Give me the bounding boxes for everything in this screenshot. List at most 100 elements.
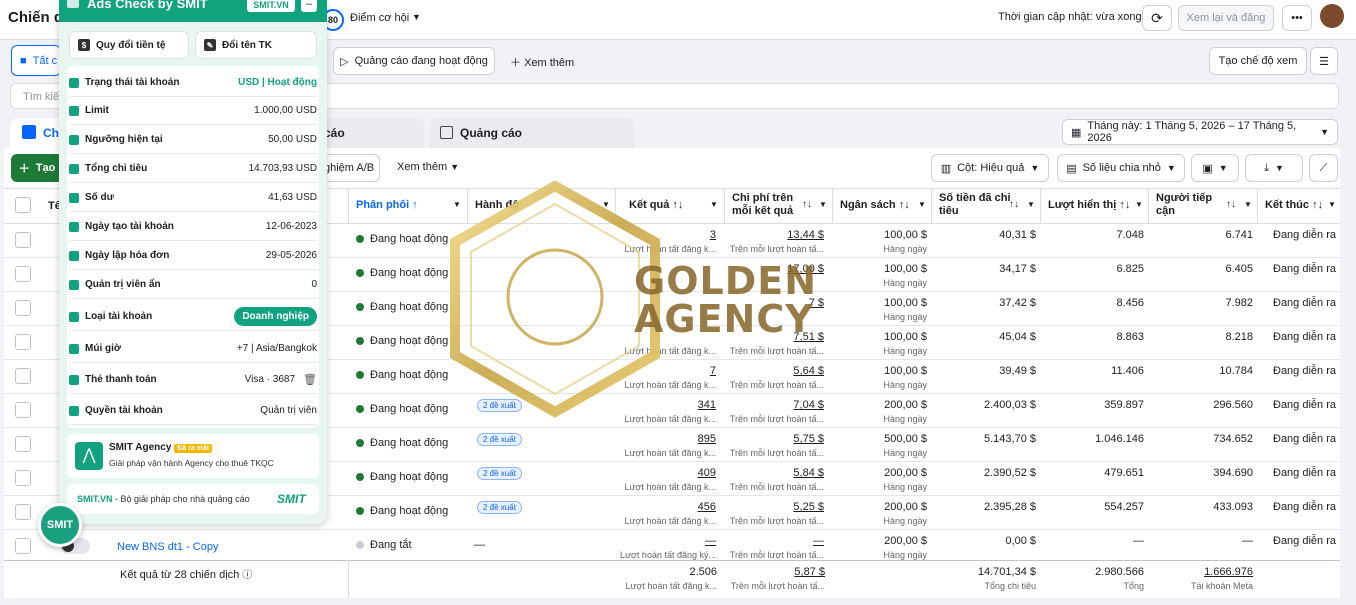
results-value[interactable]: 456 (620, 501, 716, 513)
smit-floating-button[interactable]: SMIT (38, 503, 82, 547)
results-value[interactable]: 895 (620, 433, 716, 445)
row-checkbox[interactable] (15, 504, 31, 520)
budget-value[interactable]: 200,00 $ (836, 501, 927, 513)
chevron-down-icon[interactable]: ▼ (412, 12, 421, 22)
review-publish-button[interactable]: Xem lại và đăng (1178, 5, 1274, 31)
results-value[interactable]: — (620, 535, 716, 547)
col-amount-spent[interactable]: Số tiền đã chi tiêu (939, 192, 1011, 218)
see-more-filters[interactable]: ＋ Xem thêm (510, 54, 574, 70)
row-checkbox[interactable] (15, 232, 31, 248)
row-checkbox[interactable] (15, 436, 31, 452)
budget-value[interactable]: 100,00 $ (836, 331, 927, 343)
budget-value[interactable]: 100,00 $ (836, 365, 927, 377)
totals-cpr-sub: Trên mỗi lượt hoàn tấ... (730, 581, 825, 591)
budget-value[interactable]: 100,00 $ (836, 263, 927, 275)
smit-badge[interactable]: SMIT.VN (247, 0, 295, 12)
date-range-picker[interactable]: ▦ Tháng này: 1 Tháng 5, 2026 – 17 Tháng 5… (1062, 119, 1338, 145)
cost-per-result-sub: Trên mỗi lượt hoàn tấ... (729, 482, 824, 492)
settings-button[interactable]: ☰ (1310, 47, 1338, 75)
results-sub: Lượt hoàn tất đăng ký... (620, 550, 716, 560)
campaign-name[interactable]: New BNS dt1 - Copy (117, 541, 218, 553)
chevron-down-icon[interactable]: ▼ (1328, 200, 1336, 209)
chart-button[interactable]: ⟋ (1309, 154, 1338, 182)
convert-currency-button[interactable]: $ Quy đổi tiền tệ (69, 31, 189, 59)
chevron-down-icon[interactable]: ▼ (1244, 200, 1252, 209)
sort-icon[interactable]: ↑↓ (1226, 199, 1236, 210)
cost-per-result-value[interactable]: 5,25 $ (728, 501, 824, 513)
info-icon[interactable]: ⓘ (242, 570, 252, 581)
avatar[interactable] (1320, 4, 1344, 28)
sort-icon[interactable]: ↑↓ (1009, 199, 1019, 210)
budget-value[interactable]: 200,00 $ (836, 535, 927, 547)
opportunity-label[interactable]: Điểm cơ hội (350, 12, 409, 24)
budget-value[interactable]: 100,00 $ (836, 297, 927, 309)
account-info-row: Loại tài khoản Doanh nghiệp (69, 303, 317, 331)
users-icon (69, 405, 79, 416)
budget-value[interactable]: 200,00 $ (836, 399, 927, 411)
row-checkbox[interactable] (15, 402, 31, 418)
budget-sub: Hàng ngày (883, 516, 927, 526)
results-value[interactable]: 409 (620, 467, 716, 479)
active-ads-filter[interactable]: ▷ Quảng cáo đang hoạt động (333, 47, 495, 75)
search-input[interactable]: Tìm kiế (23, 91, 59, 103)
refresh-button[interactable]: ⟳ (1142, 5, 1172, 31)
chevron-down-icon[interactable]: ▼ (918, 200, 926, 209)
create-view-button[interactable]: Tạo chế độ xem (1209, 47, 1307, 75)
impressions-value: 7.048 (1116, 229, 1144, 241)
chevron-down-icon[interactable]: ▼ (819, 200, 827, 209)
footer-brand[interactable]: SMIT.VN (77, 494, 113, 504)
ends-value: Đang diễn ra (1273, 399, 1336, 411)
status-dot (356, 507, 364, 516)
cost-per-result-value[interactable]: 5,75 $ (728, 433, 824, 445)
col-ends[interactable]: Kết thúc ↑↓ (1265, 199, 1323, 212)
row-checkbox[interactable] (15, 538, 31, 554)
budget-value[interactable]: 500,00 $ (836, 433, 927, 445)
export-dropdown[interactable]: ⤓ ▼ (1245, 154, 1303, 182)
tab-ads[interactable]: Quảng cáo (430, 118, 634, 148)
budget-sub: Hàng ngày (883, 414, 927, 424)
col-delivery[interactable]: Phân phối ↑ (356, 199, 418, 212)
row-checkbox[interactable] (15, 334, 31, 350)
reports-dropdown[interactable]: ▣ ▼ (1191, 154, 1239, 182)
see-more-actions-label: Xem thêm (397, 161, 448, 173)
cost-per-result-value[interactable]: — (728, 535, 824, 547)
row-checkbox[interactable] (15, 266, 31, 282)
refresh-icon: ⟳ (1151, 9, 1163, 26)
rename-account-button[interactable]: ✎ Đổi tên TK (195, 31, 317, 59)
totals-reach[interactable]: 1.666.976 (1152, 566, 1253, 578)
row-checkbox[interactable] (15, 470, 31, 486)
chevron-down-icon[interactable]: ▼ (1027, 200, 1035, 209)
col-impressions[interactable]: Lượt hiển thị ↑↓ (1048, 199, 1130, 212)
suggestion-badge[interactable]: 2 đề xuất (477, 467, 522, 480)
results-sub: Lượt hoàn tất đăng k... (624, 482, 717, 492)
create-button[interactable]: ＋ Tạo (11, 154, 63, 182)
watermark-line1: GOLDEN (634, 259, 818, 303)
select-all-checkbox[interactable] (15, 197, 31, 213)
totals-cpr[interactable]: 5,87 $ (730, 566, 825, 578)
tab-all[interactable]: ■ Tất c (11, 45, 61, 76)
column-divider (348, 560, 349, 598)
budget-value[interactable]: 200,00 $ (836, 467, 927, 479)
chevron-down-icon[interactable]: ▼ (1135, 200, 1143, 209)
trash-icon[interactable]: 🗑 (303, 373, 317, 386)
suggestion-badge[interactable]: 2 đề xuất (477, 433, 522, 446)
columns-dropdown[interactable]: ▥ Cột: Hiệu quả ▼ (931, 154, 1049, 182)
budget-value[interactable]: 100,00 $ (836, 229, 927, 241)
col-reach[interactable]: Người tiếp cận (1156, 192, 1216, 218)
breakdown-dropdown[interactable]: ▤ Số liệu chia nhỏ ▼ (1057, 154, 1185, 182)
see-more-actions[interactable]: Xem thêm ▼ (397, 161, 459, 173)
row-checkbox[interactable] (15, 368, 31, 384)
see-more-label: Xem thêm (524, 57, 575, 69)
tab-all-label: Tất c (32, 54, 58, 67)
smit-agency-promo[interactable]: ⋀ SMIT Agency Đã ra mắt Giải pháp vận hà… (67, 434, 319, 478)
watermark-text: GOLDEN AGENCY (634, 262, 817, 338)
minimize-icon[interactable]: – (301, 0, 317, 12)
cost-per-result-value[interactable]: 5,84 $ (728, 467, 824, 479)
reach-value: 8.218 (1225, 331, 1253, 343)
convert-currency-label: Quy đổi tiền tệ (96, 39, 166, 51)
col-budget[interactable]: Ngân sách ↑↓ (840, 199, 910, 212)
suggestion-badge[interactable]: 2 đề xuất (477, 501, 522, 514)
more-button[interactable]: ••• (1282, 5, 1312, 31)
row-checkbox[interactable] (15, 300, 31, 316)
more-icon: ••• (1291, 12, 1303, 24)
